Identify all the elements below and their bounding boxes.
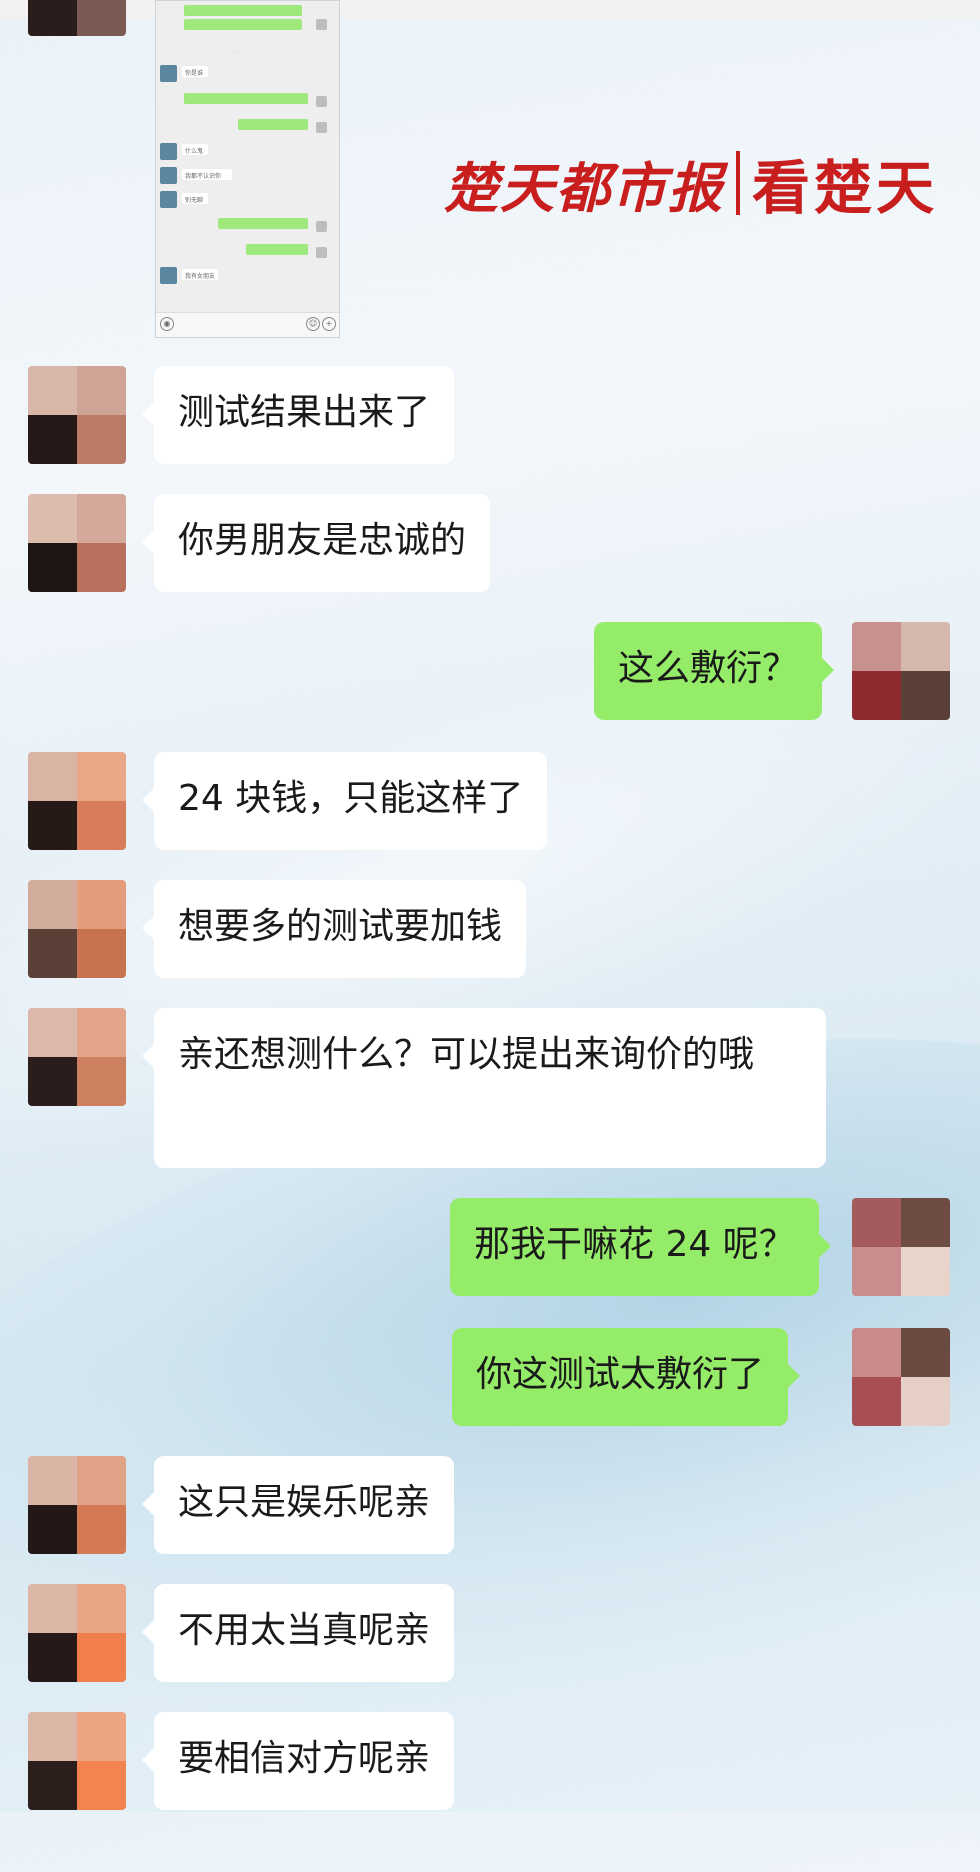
avatar-contact[interactable] (28, 752, 126, 850)
avatar-contact[interactable] (28, 1584, 126, 1682)
message-bubble-received[interactable]: 你男朋友是忠诚的 (141, 494, 491, 592)
avatar-contact[interactable] (28, 1008, 126, 1106)
message-text: 你男朋友是忠诚的 (178, 520, 467, 561)
avatar-self[interactable] (852, 1328, 950, 1426)
newspaper-watermark: 楚天都市报 看楚天 (444, 148, 938, 222)
watermark-right: 看楚天 (752, 154, 939, 222)
message-text: 亲还想测什么？可以提出来询价的哦 (178, 1034, 755, 1075)
embedded-snippet: 我有女朋友 (185, 273, 216, 280)
voice-icon: ◉ (160, 317, 174, 331)
avatar-self[interactable] (852, 1198, 950, 1296)
message-bubble-received[interactable]: 这只是娱乐呢亲 (141, 1456, 455, 1554)
message-text: 测试结果出来了 (178, 392, 431, 433)
message-bubble-received[interactable]: 亲还想测什么？可以提出来询价的哦 (142, 1008, 826, 1168)
avatar-self[interactable] (852, 622, 950, 720)
avatar-contact[interactable] (28, 1456, 126, 1554)
embedded-snippet: 别无聊 (185, 197, 204, 204)
embedded-snippet: 什么鬼 (185, 148, 204, 155)
avatar-contact[interactable] (28, 0, 126, 36)
message-text: 你这测试太敷衍了 (476, 1354, 765, 1395)
message-bubble-received[interactable]: 24 块钱，只能这样了 (141, 752, 548, 850)
embedded-snippet: 我都不认识你 (185, 173, 222, 180)
message-text: 24 块钱，只能这样了 (178, 778, 524, 819)
message-text: 这么敷衍？ (618, 648, 799, 689)
message-bubble-received[interactable]: 要相信对方呢亲 (141, 1712, 455, 1810)
watermark-left: 楚天都市报 (444, 155, 724, 220)
embedded-chat-screenshot[interactable]: · · · 你是谁 什么鬼 我都不认识你 别无聊 我有女朋友 ◉ ☺ + (155, 0, 340, 338)
message-bubble-received[interactable]: 测试结果出来了 (141, 366, 455, 464)
avatar-contact[interactable] (28, 366, 126, 464)
avatar-contact[interactable] (28, 880, 126, 978)
message-text: 那我干嘛花 24 呢？ (474, 1224, 795, 1265)
emoji-icon: ☺ (306, 317, 320, 331)
message-bubble-sent[interactable]: 这么敷衍？ (594, 622, 835, 720)
message-bubble-received[interactable]: 想要多的测试要加钱 (141, 880, 527, 978)
message-text: 要相信对方呢亲 (178, 1738, 431, 1779)
message-text: 不用太当真呢亲 (178, 1610, 431, 1651)
avatar-contact[interactable] (28, 494, 126, 592)
avatar-contact[interactable] (28, 1712, 126, 1810)
message-bubble-sent[interactable]: 那我干嘛花 24 呢？ (450, 1198, 831, 1296)
message-bubble-sent[interactable]: 你这测试太敷衍了 (452, 1328, 801, 1426)
message-text: 想要多的测试要加钱 (178, 906, 503, 947)
plus-icon: + (322, 317, 336, 331)
top-strip (0, 0, 980, 18)
embedded-snippet: 你是谁 (185, 70, 204, 77)
message-bubble-received[interactable]: 不用太当真呢亲 (141, 1584, 455, 1682)
watermark-divider (736, 151, 740, 215)
message-text: 这只是娱乐呢亲 (178, 1482, 431, 1523)
